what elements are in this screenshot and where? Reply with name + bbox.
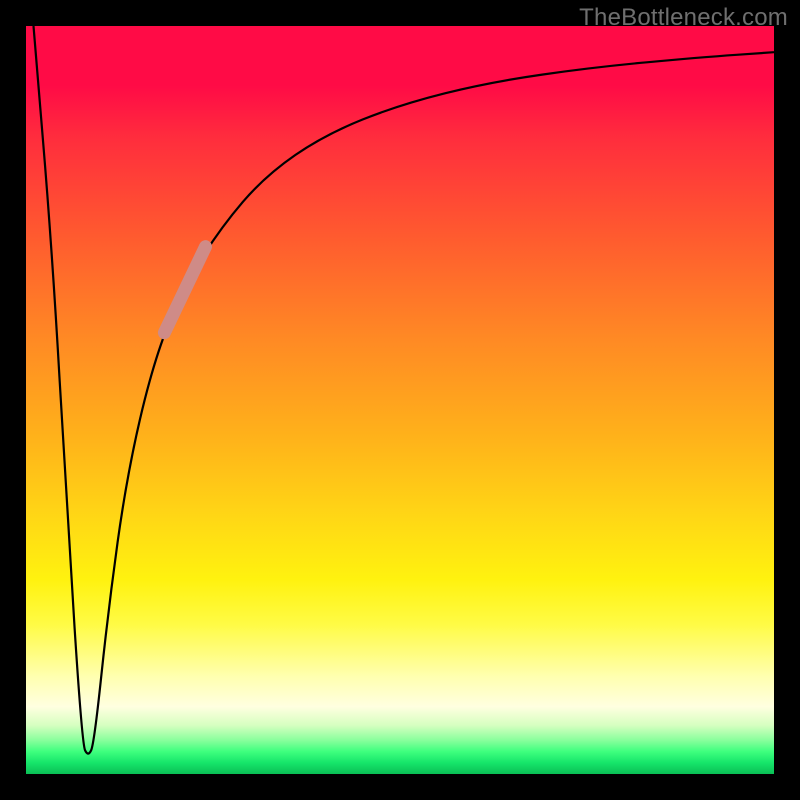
highlight-segment — [164, 247, 205, 333]
curve-layer — [26, 26, 774, 774]
bottleneck-curve — [34, 26, 775, 754]
watermark-text: TheBottleneck.com — [579, 4, 788, 32]
plot-area — [26, 26, 774, 774]
chart-frame: TheBottleneck.com — [0, 0, 800, 800]
